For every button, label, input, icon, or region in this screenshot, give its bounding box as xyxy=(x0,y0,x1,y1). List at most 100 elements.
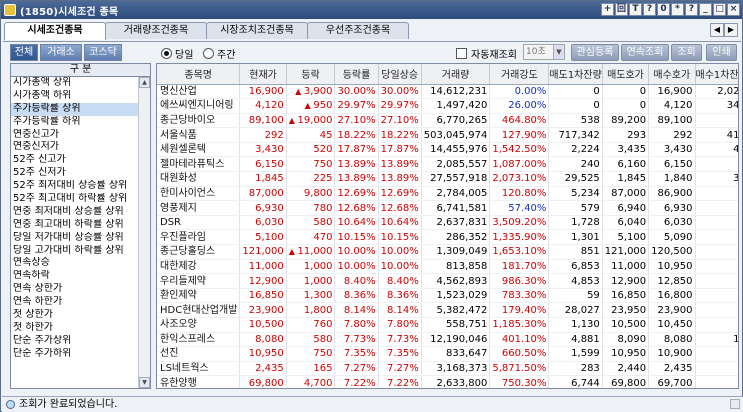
table-cell: 0.00% xyxy=(489,84,550,100)
table-cell: 5,382,472 xyxy=(421,302,491,318)
column-header[interactable]: 매도1차잔량 xyxy=(548,64,603,85)
table-cell: 에쓰씨엔지니어링 xyxy=(157,98,241,114)
list-item[interactable]: 주가등락률 하위 xyxy=(11,116,139,129)
scroll-up-icon[interactable]: ▲ xyxy=(139,77,150,88)
market-kosdaq-button[interactable]: 코스닥 xyxy=(84,44,122,61)
scroll-down-icon[interactable]: ▼ xyxy=(139,377,150,388)
table-cell: 464.80% xyxy=(489,113,550,129)
column-header[interactable]: 매도호가 xyxy=(602,64,650,85)
auto-refresh-checkbox[interactable]: 자동재조회 xyxy=(456,46,517,61)
maximize-icon[interactable]: □ xyxy=(713,3,726,16)
table-row[interactable]: 사조오양 10,500 760 7.80% 7.80% 558,751 1,185.30% 1… xyxy=(157,317,738,333)
list-item[interactable]: 연속 하한가 xyxy=(11,296,139,309)
print-button[interactable]: 인쇄 xyxy=(706,44,737,61)
chevron-left-icon[interactable]: ◀ xyxy=(710,23,724,37)
table-row[interactable]: 대원화성 1,845 225 13.89% 13.89% 27,557,918 2,073.… xyxy=(157,171,738,187)
table-cell: 우진플라임 xyxy=(157,229,241,246)
column-header[interactable]: 매수1차잔량 xyxy=(695,64,738,85)
help-icon[interactable]: ? xyxy=(685,3,698,16)
resize-grip-icon[interactable] xyxy=(730,399,740,409)
tab-price-condition[interactable]: 시세조건종목 xyxy=(4,22,106,40)
list-item[interactable]: 당일 고가대비 하락률 상위 xyxy=(11,245,139,258)
table-row[interactable]: 우진플라임 5,100 470 10.15% 10.15% 286,352 1,335.90… xyxy=(157,229,738,246)
table-row[interactable]: 환인제약 16,850 1,300 8.36% 8.36% 1,523,029 783.30… xyxy=(157,288,738,304)
table-row[interactable]: DSR 6,030 580 10.64% 10.64% 2,637,831 3,509.20… xyxy=(157,215,738,231)
table-cell: 13.89% xyxy=(334,171,379,187)
period-week-radio[interactable]: 주간 xyxy=(203,46,235,61)
table-row[interactable]: HDC현대산업개발 23,900 1,800 8.14% 8.14% 5,382,472 1… xyxy=(157,302,738,318)
table-row[interactable]: 대한제강 11,000 1,000 10.00% 10.00% 813,858 181.70… xyxy=(157,259,738,275)
table-row[interactable]: 선진 10,950 750 7.35% 7.35% 833,647 660.50% 1,599… xyxy=(157,346,738,362)
column-header[interactable]: 종목명 xyxy=(157,64,241,85)
list-item[interactable]: 시가총액 상위 xyxy=(11,77,139,90)
add-favorites-button[interactable]: 관심등록 xyxy=(571,44,619,61)
add-icon[interactable]: + xyxy=(601,3,614,16)
column-header[interactable]: 거래량 xyxy=(421,64,491,85)
column-header[interactable]: 거래강도 xyxy=(489,64,550,85)
column-header[interactable]: 등락률 xyxy=(334,64,379,85)
table-row[interactable]: 한익스프레스 8,080 580 7.73% 7.73% 12,190,046 401.10… xyxy=(157,332,738,348)
radio-unchecked-icon xyxy=(203,48,214,59)
list-item[interactable]: 연중신저가 xyxy=(11,141,139,154)
table-row[interactable]: 한미사이언스 87,000 9,800 12.69% 12.69% 2,784,005 12… xyxy=(157,186,738,202)
table-cell: 127.90% xyxy=(489,127,550,143)
help-small-icon[interactable]: ? xyxy=(643,3,656,16)
table-cell: 87,000 xyxy=(239,186,287,202)
list-item[interactable]: 52주 최저대비 상승률 상위 xyxy=(11,180,139,193)
period-today-radio[interactable]: 당일 xyxy=(161,46,193,61)
list-item[interactable]: 단순 주가상위 xyxy=(11,335,139,348)
table-row[interactable]: 종근당바이오 89,100 ▲ 19,000 27.10% 27.10% 6,770,26… xyxy=(157,113,738,129)
table-row[interactable]: LS네트웍스 2,435 165 7.27% 7.27% 3,168,373 5,871.5… xyxy=(157,361,738,377)
query-button[interactable]: 조회 xyxy=(671,44,702,61)
condition-list-items: 시가총액 상위 시가총액 하위 주가등락률 상위 주가등락률 하위 연중신고가 연중신저가… xyxy=(11,77,150,361)
star-icon[interactable]: * xyxy=(671,3,684,16)
table-row[interactable]: 명신산업 16,900 ▲ 3,900 30.00% 30.00% 14,612,231 0… xyxy=(157,84,738,100)
column-header[interactable]: 현재가 xyxy=(239,64,287,85)
market-kospi-button[interactable]: 거래소 xyxy=(40,44,82,61)
market-all-button[interactable]: 전체 xyxy=(10,44,38,61)
list-item[interactable]: 연속상승 xyxy=(11,257,139,270)
list-item[interactable]: 연중신고가 xyxy=(11,129,139,142)
table-cell: 선진 xyxy=(157,346,241,362)
list-item[interactable]: 연중 최고대비 하락률 상위 xyxy=(11,219,139,232)
list-item[interactable]: 연속하락 xyxy=(11,270,139,283)
table-row[interactable]: 젤마테라퓨틱스 6,150 750 13.89% 13.89% 2,085,557 1,08… xyxy=(157,156,738,173)
list-item[interactable]: 당일 저가대비 상승률 상위 xyxy=(11,232,139,245)
table-cell: 2,440 xyxy=(602,361,650,377)
condition-list-scrollbar[interactable]: ▲ ▼ xyxy=(138,77,150,388)
chevron-right-icon[interactable]: ▶ xyxy=(724,23,738,37)
column-header[interactable]: 등락 xyxy=(286,64,336,85)
grid-icon[interactable]: 回 xyxy=(615,3,628,16)
column-header[interactable]: 당일상승 xyxy=(378,64,422,85)
table-cell: 7.35% xyxy=(334,346,379,362)
table-row[interactable]: 종근당홀딩스 121,000 ▲ 11,000 10.00% 10.00% 1,309,0… xyxy=(157,244,738,260)
minimize-icon[interactable]: _ xyxy=(699,3,712,16)
list-item[interactable]: 주가등락률 상위 xyxy=(11,102,139,116)
table-row[interactable]: 유한양행 69,800 4,700 7.22% 7.22% 2,633,800 750.30… xyxy=(157,375,738,388)
continue-query-button[interactable]: 연속조회 xyxy=(621,44,669,61)
table-row[interactable]: 세원셀론텍 3,430 520 17.87% 17.87% 14,455,976 1,542… xyxy=(157,142,738,158)
status-text: 조회가 완료되었습니다. xyxy=(19,399,118,410)
table-row[interactable]: 우리들제약 12,900 1,000 8.40% 8.40% 4,562,893 986.3… xyxy=(157,273,738,289)
refresh-interval-select[interactable]: 10초 ▼ xyxy=(523,44,565,60)
list-item[interactable]: 연중 최저대비 상승률 상위 xyxy=(11,206,139,219)
list-item[interactable]: 52주 신고가 xyxy=(11,154,139,167)
tab-market-action[interactable]: 시장조치조건종목 xyxy=(206,22,308,39)
list-item[interactable]: 첫 상한가 xyxy=(11,309,139,322)
close-icon[interactable]: × xyxy=(727,3,740,16)
tab-preferred-stock[interactable]: 우선주조건종목 xyxy=(307,22,409,39)
table-row[interactable]: 영풍제지 6,930 780 12.68% 12.68% 6,741,581 57.40% 5… xyxy=(157,200,738,216)
table-cell: 503,045,974 xyxy=(421,127,491,143)
list-item[interactable]: 연속 상한가 xyxy=(11,283,139,296)
table-row[interactable]: 에쓰씨엔지니어링 4,120 ▲ 950 29.97% 29.97% 1,497,420 2… xyxy=(157,98,738,114)
column-header[interactable]: 매수호가 xyxy=(648,64,696,85)
list-item[interactable]: 첫 하한가 xyxy=(11,322,139,335)
text-icon[interactable]: T xyxy=(629,3,642,16)
list-item[interactable]: 52주 최고대비 하락률 상위 xyxy=(11,193,139,206)
list-item[interactable]: 52주 신저가 xyxy=(11,167,139,180)
zero-icon[interactable]: 0 xyxy=(657,3,670,16)
list-item[interactable]: 단순 주가하위 xyxy=(11,348,139,361)
tab-volume-condition[interactable]: 거래량조건종목 xyxy=(105,22,207,39)
list-item[interactable]: 시가총액 하위 xyxy=(11,90,139,103)
table-row[interactable]: 서울식품 292 45 18.22% 18.22% 503,045,974 127.90% 7… xyxy=(157,127,738,143)
